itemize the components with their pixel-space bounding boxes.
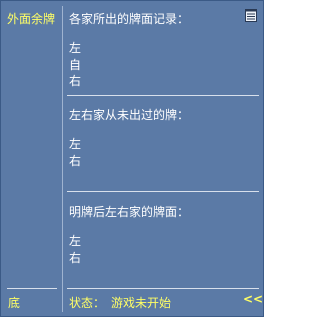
sidebar-title: 外面余牌	[7, 12, 56, 26]
after-reveal-section-title: 明牌后左右家的牌面：	[69, 205, 190, 219]
sidebar: 外面余牌 底	[1, 1, 61, 316]
after-reveal-right-row: 右	[69, 251, 82, 265]
section-divider-1	[67, 95, 259, 96]
status-divider	[67, 288, 259, 289]
notepad-icon[interactable]	[245, 9, 257, 22]
never-played-left-row: 左	[69, 137, 82, 151]
discards-right-row: 右	[69, 74, 82, 88]
game-record-panel: 外面余牌 底 各家所出的牌面记录： 左 自 右 左右家从未出过的牌： 左 右 明…	[0, 0, 264, 317]
collapse-button[interactable]: <<	[243, 292, 263, 306]
discards-section-title: 各家所出的牌面记录：	[69, 12, 190, 26]
never-played-section-title: 左右家从未出过的牌：	[69, 108, 190, 122]
discards-self-row: 自	[69, 58, 82, 72]
sidebar-bottom-label: 底	[8, 296, 21, 310]
never-played-right-row: 右	[69, 154, 82, 168]
vertical-divider	[62, 6, 63, 312]
discards-left-row: 左	[69, 41, 82, 55]
sidebar-divider	[7, 288, 57, 289]
status-label: 状态：	[69, 296, 106, 310]
section-divider-2	[67, 191, 259, 192]
status-value: 游戏未开始	[111, 296, 172, 310]
after-reveal-left-row: 左	[69, 234, 82, 248]
